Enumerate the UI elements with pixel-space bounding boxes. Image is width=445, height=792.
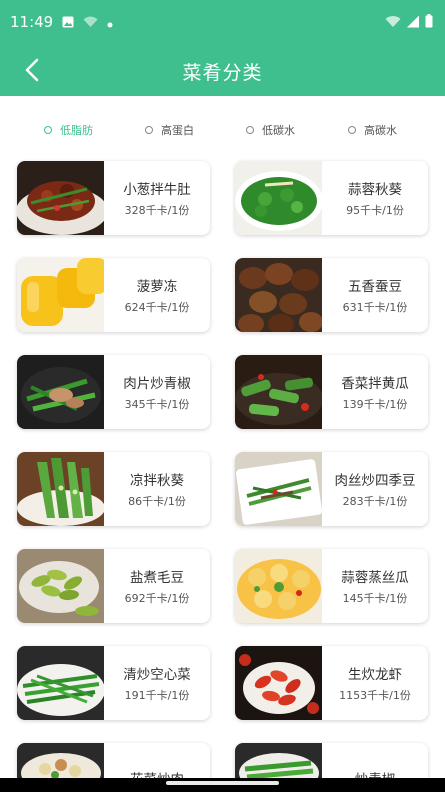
battery-icon xyxy=(425,13,433,32)
dish-calories: 191千卡/1份 xyxy=(124,689,190,702)
dish-calories: 1153千卡/1份 xyxy=(339,689,411,702)
radio-icon xyxy=(348,126,356,134)
dish-card[interactable]: 盐煮毛豆 692千卡/1份 xyxy=(17,549,210,623)
dish-card[interactable]: 香菜拌黄瓜 139千卡/1份 xyxy=(235,355,428,429)
dish-name: 菠萝冻 xyxy=(136,279,178,295)
dish-card[interactable]: 蒜蓉秋葵 95千卡/1份 xyxy=(235,161,428,235)
filter-label: 高蛋白 xyxy=(161,124,194,137)
filter-label: 低碳水 xyxy=(262,124,295,137)
dish-calories: 145千卡/1份 xyxy=(342,592,408,605)
dish-image xyxy=(235,355,322,429)
dish-image xyxy=(17,258,104,332)
dish-card[interactable]: 肉片炒青椒 345千卡/1份 xyxy=(17,355,210,429)
dish-name: 小葱拌牛肚 xyxy=(123,182,191,198)
dish-card[interactable]: 五香蚕豆 631千卡/1份 xyxy=(235,258,428,332)
page-title: 菜肴分类 xyxy=(182,62,263,84)
radio-icon xyxy=(44,126,52,134)
filter-high-carb[interactable]: 高碳水 xyxy=(348,122,397,138)
dish-calories: 328千卡/1份 xyxy=(124,204,190,217)
dish-card[interactable]: 小葱拌牛肚 328千卡/1份 xyxy=(17,161,210,235)
filter-label: 低脂肪 xyxy=(60,124,93,137)
dish-card[interactable]: 肉丝炒四季豆 283千卡/1份 xyxy=(235,452,428,526)
dish-name: 五香蚕豆 xyxy=(348,279,402,295)
dish-name: 蒜蓉蒸丝瓜 xyxy=(341,570,409,586)
filter-high-protein[interactable]: 高蛋白 xyxy=(145,122,194,138)
filter-low-fat[interactable]: 低脂肪 xyxy=(44,122,93,138)
filter-label: 高碳水 xyxy=(364,124,397,137)
dish-image xyxy=(235,258,322,332)
dish-calories: 283千卡/1份 xyxy=(342,495,408,508)
dish-calories: 86千卡/1份 xyxy=(128,495,186,508)
dish-card[interactable]: 生炊龙虾 1153千卡/1份 xyxy=(235,646,428,720)
dish-name: 蒜蓉秋葵 xyxy=(348,182,402,198)
dish-name: 生炊龙虾 xyxy=(348,667,402,683)
filter-radio-group: 低脂肪 高蛋白 低碳水 高碳水 xyxy=(0,118,445,146)
dish-name: 肉丝炒四季豆 xyxy=(334,473,416,489)
dish-image xyxy=(17,452,104,526)
dish-image xyxy=(235,452,322,526)
wifi-off-icon xyxy=(83,13,98,32)
dish-card[interactable]: 蒜蓉蒸丝瓜 145千卡/1份 xyxy=(235,549,428,623)
status-bar: 11:49 xyxy=(0,0,445,44)
dish-name: 清炒空心菜 xyxy=(123,667,191,683)
dish-calories: 624千卡/1份 xyxy=(124,301,190,314)
dish-name: 盐煮毛豆 xyxy=(130,570,184,586)
system-nav-bar xyxy=(0,778,445,792)
dish-image xyxy=(17,355,104,429)
dish-calories: 631千卡/1份 xyxy=(342,301,408,314)
radio-icon xyxy=(246,126,254,134)
dish-card[interactable]: 清炒空心菜 191千卡/1份 xyxy=(17,646,210,720)
dish-image xyxy=(235,161,322,235)
image-icon xyxy=(62,13,74,32)
dish-name: 凉拌秋葵 xyxy=(130,473,184,489)
home-indicator[interactable] xyxy=(166,781,279,785)
dish-calories: 139千卡/1份 xyxy=(342,398,408,411)
dish-calories: 345千卡/1份 xyxy=(124,398,190,411)
radio-icon xyxy=(145,126,153,134)
notification-dot-icon xyxy=(107,13,113,32)
status-time: 11:49 xyxy=(10,13,54,31)
filter-low-carb[interactable]: 低碳水 xyxy=(246,122,295,138)
dish-image xyxy=(235,646,322,720)
dish-image xyxy=(235,549,322,623)
wifi-icon xyxy=(385,13,401,32)
signal-icon xyxy=(406,13,420,32)
dish-image xyxy=(17,161,104,235)
dish-card[interactable]: 菠萝冻 624千卡/1份 xyxy=(17,258,210,332)
dish-card[interactable]: 凉拌秋葵 86千卡/1份 xyxy=(17,452,210,526)
dish-calories: 95千卡/1份 xyxy=(346,204,404,217)
app-bar: 菜肴分类 xyxy=(0,44,445,96)
dish-calories: 692千卡/1份 xyxy=(124,592,190,605)
dish-image xyxy=(17,646,104,720)
dish-image xyxy=(17,549,104,623)
dish-name: 香菜拌黄瓜 xyxy=(341,376,409,392)
dish-name: 肉片炒青椒 xyxy=(123,376,191,392)
